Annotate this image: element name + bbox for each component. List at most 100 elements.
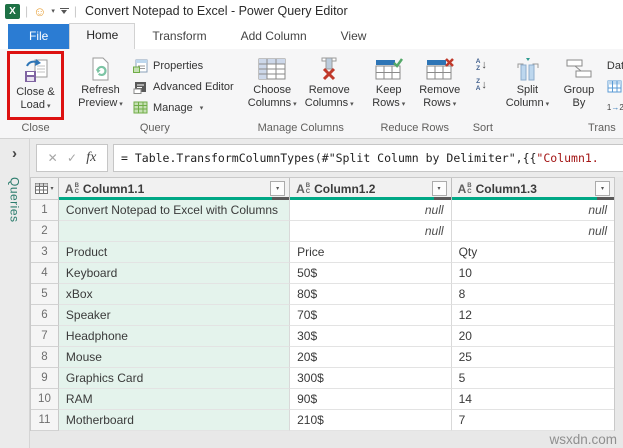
formula-accept-icon[interactable]: ✓ xyxy=(67,151,77,165)
expand-queries-chevron-icon[interactable]: › xyxy=(12,146,17,161)
row-number[interactable]: 9 xyxy=(31,368,59,389)
properties-label: Properties xyxy=(153,59,204,72)
column-filter-button[interactable]: ▾ xyxy=(431,181,447,196)
cell[interactable]: 80$ xyxy=(290,284,452,305)
cell[interactable]: 5 xyxy=(451,368,614,389)
cell[interactable]: null xyxy=(451,200,614,221)
formula-string-literal: "Column1. xyxy=(536,151,599,165)
ribbon-group-sort: AZ ↓ ZA ↓ Sort xyxy=(469,49,497,138)
data-type-button[interactable]: Data T xyxy=(603,56,623,75)
text-type-icon: ABC xyxy=(64,181,79,196)
cell[interactable] xyxy=(58,221,291,242)
remove-rows-label-line1: Remove xyxy=(419,84,461,96)
table-icon xyxy=(35,183,49,194)
keep-rows-caret-icon: ▾ xyxy=(401,101,406,108)
group-by-button[interactable]: Group By xyxy=(555,52,603,110)
cell[interactable]: 70$ xyxy=(290,305,452,326)
query-main-area: ✕ ✓ fx = Table.TransformColumnTypes(#"Sp… xyxy=(30,139,623,448)
cell[interactable]: null xyxy=(290,221,452,242)
smiley-icon[interactable]: ☺ xyxy=(33,5,46,18)
column-header-column1-2[interactable]: ABC Column1.2 ▾ xyxy=(290,178,452,200)
column-filter-button[interactable]: ▾ xyxy=(595,181,610,196)
tab-add-column[interactable]: Add Column xyxy=(224,24,324,49)
refresh-preview-button[interactable]: Refresh Preview ▾ xyxy=(72,52,129,111)
cell[interactable]: RAM xyxy=(58,389,291,410)
cell[interactable]: 12 xyxy=(451,305,614,326)
tab-file[interactable]: File xyxy=(8,24,70,49)
column-header-column1-1[interactable]: ABC Column1.1 ▾ xyxy=(58,178,291,200)
cell[interactable]: 8 xyxy=(451,284,614,305)
grid-header-row: ▾ ABC Column1.1 ▾ ABC Column1.2 ▾ ABC Co… xyxy=(31,177,615,200)
cell[interactable]: 7 xyxy=(451,410,614,431)
cell[interactable]: 30$ xyxy=(290,326,452,347)
cell[interactable]: Qty xyxy=(451,242,614,263)
tab-home[interactable]: Home xyxy=(69,23,136,49)
cell[interactable]: 25 xyxy=(451,347,614,368)
sort-ascending-button[interactable]: AZ ↓ xyxy=(476,58,487,72)
queries-pane-label[interactable]: Queries xyxy=(8,177,22,223)
keep-rows-icon xyxy=(374,54,404,84)
properties-button[interactable]: Properties xyxy=(129,56,238,75)
cell[interactable]: Graphics Card xyxy=(58,368,291,389)
keep-rows-button[interactable]: Keep Rows ▾ xyxy=(364,52,414,111)
quick-access-toolbar-icon[interactable] xyxy=(59,7,69,15)
advanced-editor-button[interactable]: Advanced Editor xyxy=(129,77,238,96)
row-number[interactable]: 4 xyxy=(31,263,59,284)
refresh-preview-label-line1: Refresh xyxy=(81,84,120,96)
cell[interactable]: 20 xyxy=(451,326,614,347)
tab-transform[interactable]: Transform xyxy=(135,24,223,49)
split-column-button[interactable]: Split Column ▾ xyxy=(500,52,555,111)
cell[interactable]: xBox xyxy=(58,284,291,305)
cell[interactable]: Product xyxy=(58,242,291,263)
cell[interactable]: 14 xyxy=(451,389,614,410)
cell[interactable]: Mouse xyxy=(58,347,291,368)
row-number[interactable]: 1 xyxy=(31,200,59,221)
cell[interactable]: 20$ xyxy=(290,347,452,368)
column-header-column1-3[interactable]: ABC Column1.3 ▾ xyxy=(451,178,615,200)
remove-rows-caret-icon: ▾ xyxy=(452,101,457,108)
cell[interactable]: Headphone xyxy=(58,326,291,347)
cell[interactable]: null xyxy=(290,200,452,221)
cell[interactable]: 210$ xyxy=(290,410,452,431)
row-number[interactable]: 2 xyxy=(31,221,59,242)
row-number[interactable]: 6 xyxy=(31,305,59,326)
row-number[interactable]: 3 xyxy=(31,242,59,263)
select-all-button[interactable]: ▾ xyxy=(31,178,59,199)
close-and-load-button[interactable]: Close & Load ▾ xyxy=(7,51,64,120)
replace-values-button[interactable]: 1→2 Re xyxy=(603,98,623,117)
formula-bar: ✕ ✓ fx = Table.TransformColumnTypes(#"Sp… xyxy=(30,139,623,177)
manage-button[interactable]: Manage ▾ xyxy=(129,98,238,117)
cell[interactable]: Convert Notepad to Excel with Columns xyxy=(58,200,291,221)
row-number[interactable]: 5 xyxy=(31,284,59,305)
cell[interactable]: 300$ xyxy=(290,368,452,389)
cell[interactable]: Motherboard xyxy=(58,410,291,431)
data-type-label: Data T xyxy=(606,59,623,72)
cell[interactable]: 10 xyxy=(451,263,614,284)
smiley-dropdown-caret-icon[interactable]: ▾ xyxy=(51,7,55,15)
formula-input[interactable]: = Table.TransformColumnTypes(#"Split Col… xyxy=(113,144,623,172)
split-column-label-line1: Split xyxy=(516,84,539,96)
cell[interactable]: Price xyxy=(290,242,452,263)
ribbon-group-transform: Split Column ▾ Group By Da 1 → Trans xyxy=(497,49,623,138)
column-filter-button[interactable]: ▾ xyxy=(270,181,286,196)
remove-rows-button[interactable]: Remove Rows ▾ xyxy=(414,52,466,111)
use-first-row-as-headers-button[interactable]: Us xyxy=(603,77,623,96)
row-number[interactable]: 8 xyxy=(31,347,59,368)
formula-cancel-icon[interactable]: ✕ xyxy=(48,151,58,165)
cell[interactable]: Keyboard xyxy=(58,263,291,284)
close-and-load-label-line1: Close & xyxy=(16,86,55,98)
group-by-label-line2: By xyxy=(572,97,586,109)
cell[interactable]: null xyxy=(451,221,614,242)
cell[interactable]: 90$ xyxy=(290,389,452,410)
row-number[interactable]: 7 xyxy=(31,326,59,347)
remove-columns-button[interactable]: Remove Columns ▾ xyxy=(301,52,358,111)
tab-view[interactable]: View xyxy=(324,24,384,49)
cell[interactable]: Speaker xyxy=(58,305,291,326)
cell[interactable]: 50$ xyxy=(290,263,452,284)
table-row: 9 Graphics Card 300$ 5 xyxy=(31,368,614,389)
choose-columns-button[interactable]: Choose Columns ▾ xyxy=(244,52,301,111)
sort-descending-button[interactable]: ZA ↓ xyxy=(476,78,487,92)
watermark: wsxdn.com xyxy=(549,432,617,447)
row-number[interactable]: 11 xyxy=(31,410,59,431)
row-number[interactable]: 10 xyxy=(31,389,59,410)
